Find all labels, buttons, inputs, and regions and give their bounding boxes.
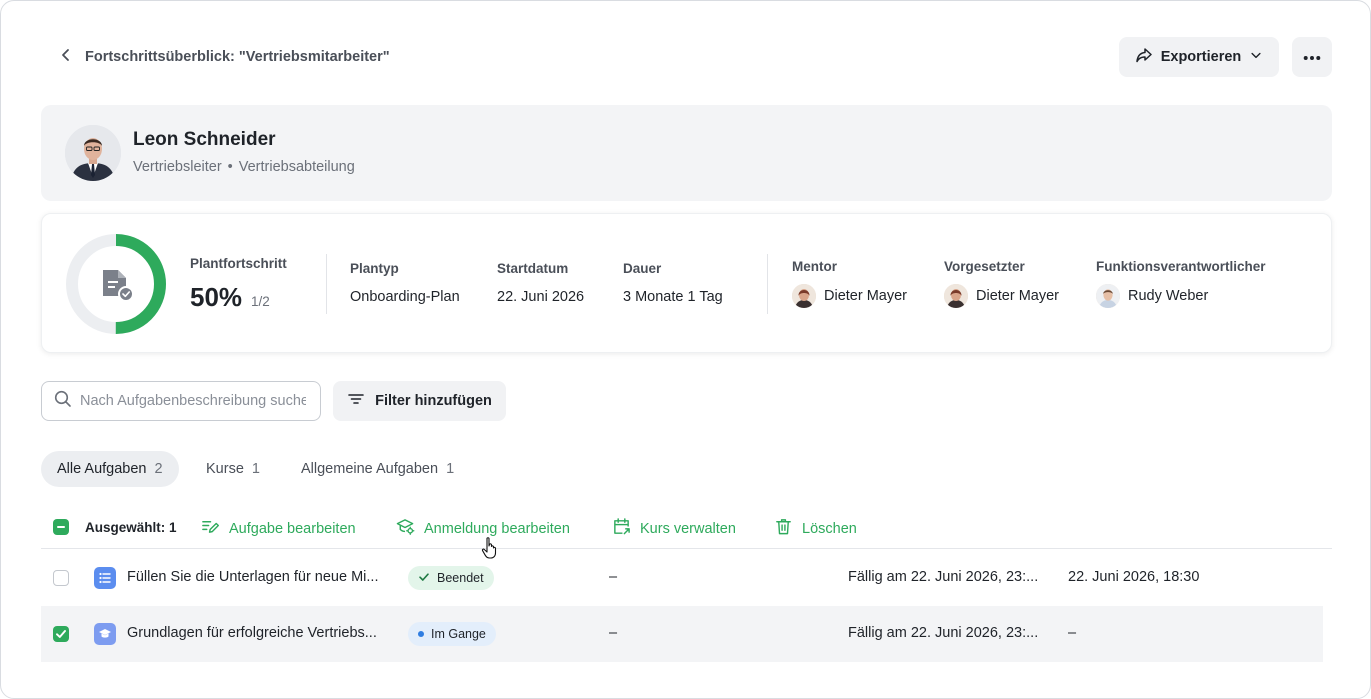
edit-enrollment-label: Anmeldung bearbeiten: [424, 520, 570, 537]
filter-lines-icon: [347, 390, 365, 412]
plan-stats-card: Plantfortschritt 50% 1/2 Plantyp Onboard…: [41, 213, 1332, 353]
tab-label: Kurse: [206, 461, 244, 477]
plantyp-label: Plantyp: [350, 261, 399, 276]
vorgesetzter-person[interactable]: Dieter Mayer: [944, 284, 1059, 308]
due-date: Fällig am 22. Juni 2026, 23:...: [848, 569, 1039, 585]
mentor-avatar: [792, 284, 816, 308]
selected-count: Ausgewählt: 1: [85, 520, 177, 535]
status-label: Beendet: [437, 571, 484, 585]
due-date: Fällig am 22. Juni 2026, 23:...: [848, 625, 1039, 641]
bulk-action-bar: Ausgewählt: 1 Aufgabe bearbeiten Anmeldu…: [41, 507, 1332, 549]
search-box[interactable]: [41, 381, 321, 421]
mentor-name: Dieter Mayer: [824, 288, 907, 304]
profile-role: Vertriebsleiter: [133, 159, 222, 175]
add-filter-button[interactable]: Filter hinzufügen: [333, 381, 506, 421]
profile-card: Leon Schneider Vertriebsleiter • Vertrie…: [41, 105, 1332, 201]
more-options-button[interactable]: [1292, 37, 1332, 77]
select-all-checkbox[interactable]: [53, 519, 69, 535]
startdatum-label: Startdatum: [497, 261, 569, 276]
row-column-value: –: [609, 569, 618, 585]
status-label: Im Gange: [431, 627, 486, 641]
vorgesetzter-avatar: [944, 284, 968, 308]
tab-label: Allgemeine Aufgaben: [301, 461, 439, 477]
profile-subtitle: Vertriebsleiter • Vertriebsabteilung: [133, 159, 355, 175]
funktion-person[interactable]: Rudy Weber: [1096, 284, 1208, 308]
completed-date: 22. Juni 2026, 18:30: [1068, 569, 1200, 585]
hand-cursor-icon: [481, 536, 499, 560]
tab-count: 1: [251, 461, 260, 477]
document-check-icon: [103, 270, 134, 302]
in-progress-dot-icon: [418, 631, 424, 637]
export-label: Exportieren: [1160, 49, 1242, 65]
graduation-settings-icon: [396, 517, 415, 540]
calendar-export-icon: [612, 517, 631, 540]
check-icon: [418, 571, 430, 586]
delete-label: Löschen: [802, 520, 857, 537]
divider: [326, 254, 327, 314]
vorgesetzter-label: Vorgesetzter: [944, 259, 1025, 274]
search-icon: [54, 390, 72, 413]
profile-department: Vertriebsabteilung: [238, 159, 355, 175]
filter-label: Filter hinzufügen: [375, 393, 492, 409]
manage-course-button[interactable]: Kurs verwalten: [612, 517, 736, 540]
mentor-person[interactable]: Dieter Mayer: [792, 284, 907, 308]
tab-count: 2: [154, 461, 163, 477]
dauer-label: Dauer: [623, 261, 662, 276]
dauer-value: 3 Monate 1 Tag: [623, 289, 723, 305]
back-link[interactable]: Fortschrittsüberblick: "Vertriebsmitarbe…: [59, 47, 390, 67]
edit-lines-icon: [201, 517, 220, 540]
status-badge: Im Gange: [408, 622, 496, 646]
avatar: [65, 125, 121, 181]
completed-date: –: [1068, 625, 1077, 641]
funktion-avatar: [1096, 284, 1120, 308]
profile-separator: •: [227, 159, 233, 175]
tab-general-tasks[interactable]: Allgemeine Aufgaben 1: [285, 451, 470, 487]
app-window: Fortschrittsüberblick: "Vertriebsmitarbe…: [0, 0, 1371, 699]
export-button[interactable]: Exportieren: [1119, 37, 1279, 77]
status-badge: Beendet: [408, 566, 494, 590]
funktion-label: Funktionsverantwortlicher: [1096, 259, 1266, 274]
profile-name: Leon Schneider: [133, 129, 276, 150]
chevron-down-icon: [1249, 48, 1263, 66]
edit-task-button[interactable]: Aufgabe bearbeiten: [201, 517, 356, 540]
plantyp-value: Onboarding-Plan: [350, 289, 460, 305]
tab-courses[interactable]: Kurse 1: [190, 451, 276, 487]
divider: [767, 254, 768, 314]
task-title[interactable]: Grundlagen für erfolgreiche Vertriebs...: [127, 625, 377, 641]
graduation-cap-icon: [94, 623, 116, 645]
task-title[interactable]: Füllen Sie die Unterlagen für neue Mi...: [127, 569, 378, 585]
edit-task-label: Aufgabe bearbeiten: [229, 520, 356, 537]
vorgesetzter-name: Dieter Mayer: [976, 288, 1059, 304]
tab-all-tasks[interactable]: Alle Aufgaben 2: [41, 451, 179, 487]
list-icon: [94, 567, 116, 589]
table-row[interactable]: Füllen Sie die Unterlagen für neue Mi...…: [41, 550, 1323, 606]
row-column-value: –: [609, 625, 618, 641]
delete-button[interactable]: Löschen: [774, 517, 857, 540]
progress-value: 50%: [190, 282, 243, 312]
share-icon: [1135, 46, 1153, 68]
search-input[interactable]: [80, 393, 306, 409]
manage-course-label: Kurs verwalten: [640, 520, 736, 537]
tab-count: 1: [446, 461, 455, 477]
progress-ring: [66, 234, 166, 334]
trash-icon: [774, 517, 793, 540]
page-title: Fortschrittsüberblick: "Vertriebsmitarbe…: [85, 49, 390, 65]
row-checkbox[interactable]: [53, 570, 69, 586]
funktion-name: Rudy Weber: [1128, 288, 1209, 304]
more-dots-icon: [1303, 48, 1321, 66]
startdatum-value: 22. Juni 2026: [497, 289, 585, 305]
progress-count: 1/2: [251, 294, 270, 309]
progress-label: Plantfortschritt: [190, 256, 287, 271]
chevron-left-icon: [59, 48, 73, 67]
table-row[interactable]: Grundlagen für erfolgreiche Vertriebs...…: [41, 606, 1323, 662]
mentor-label: Mentor: [792, 259, 837, 274]
row-checkbox[interactable]: [53, 626, 69, 642]
tab-label: Alle Aufgaben: [57, 461, 147, 477]
